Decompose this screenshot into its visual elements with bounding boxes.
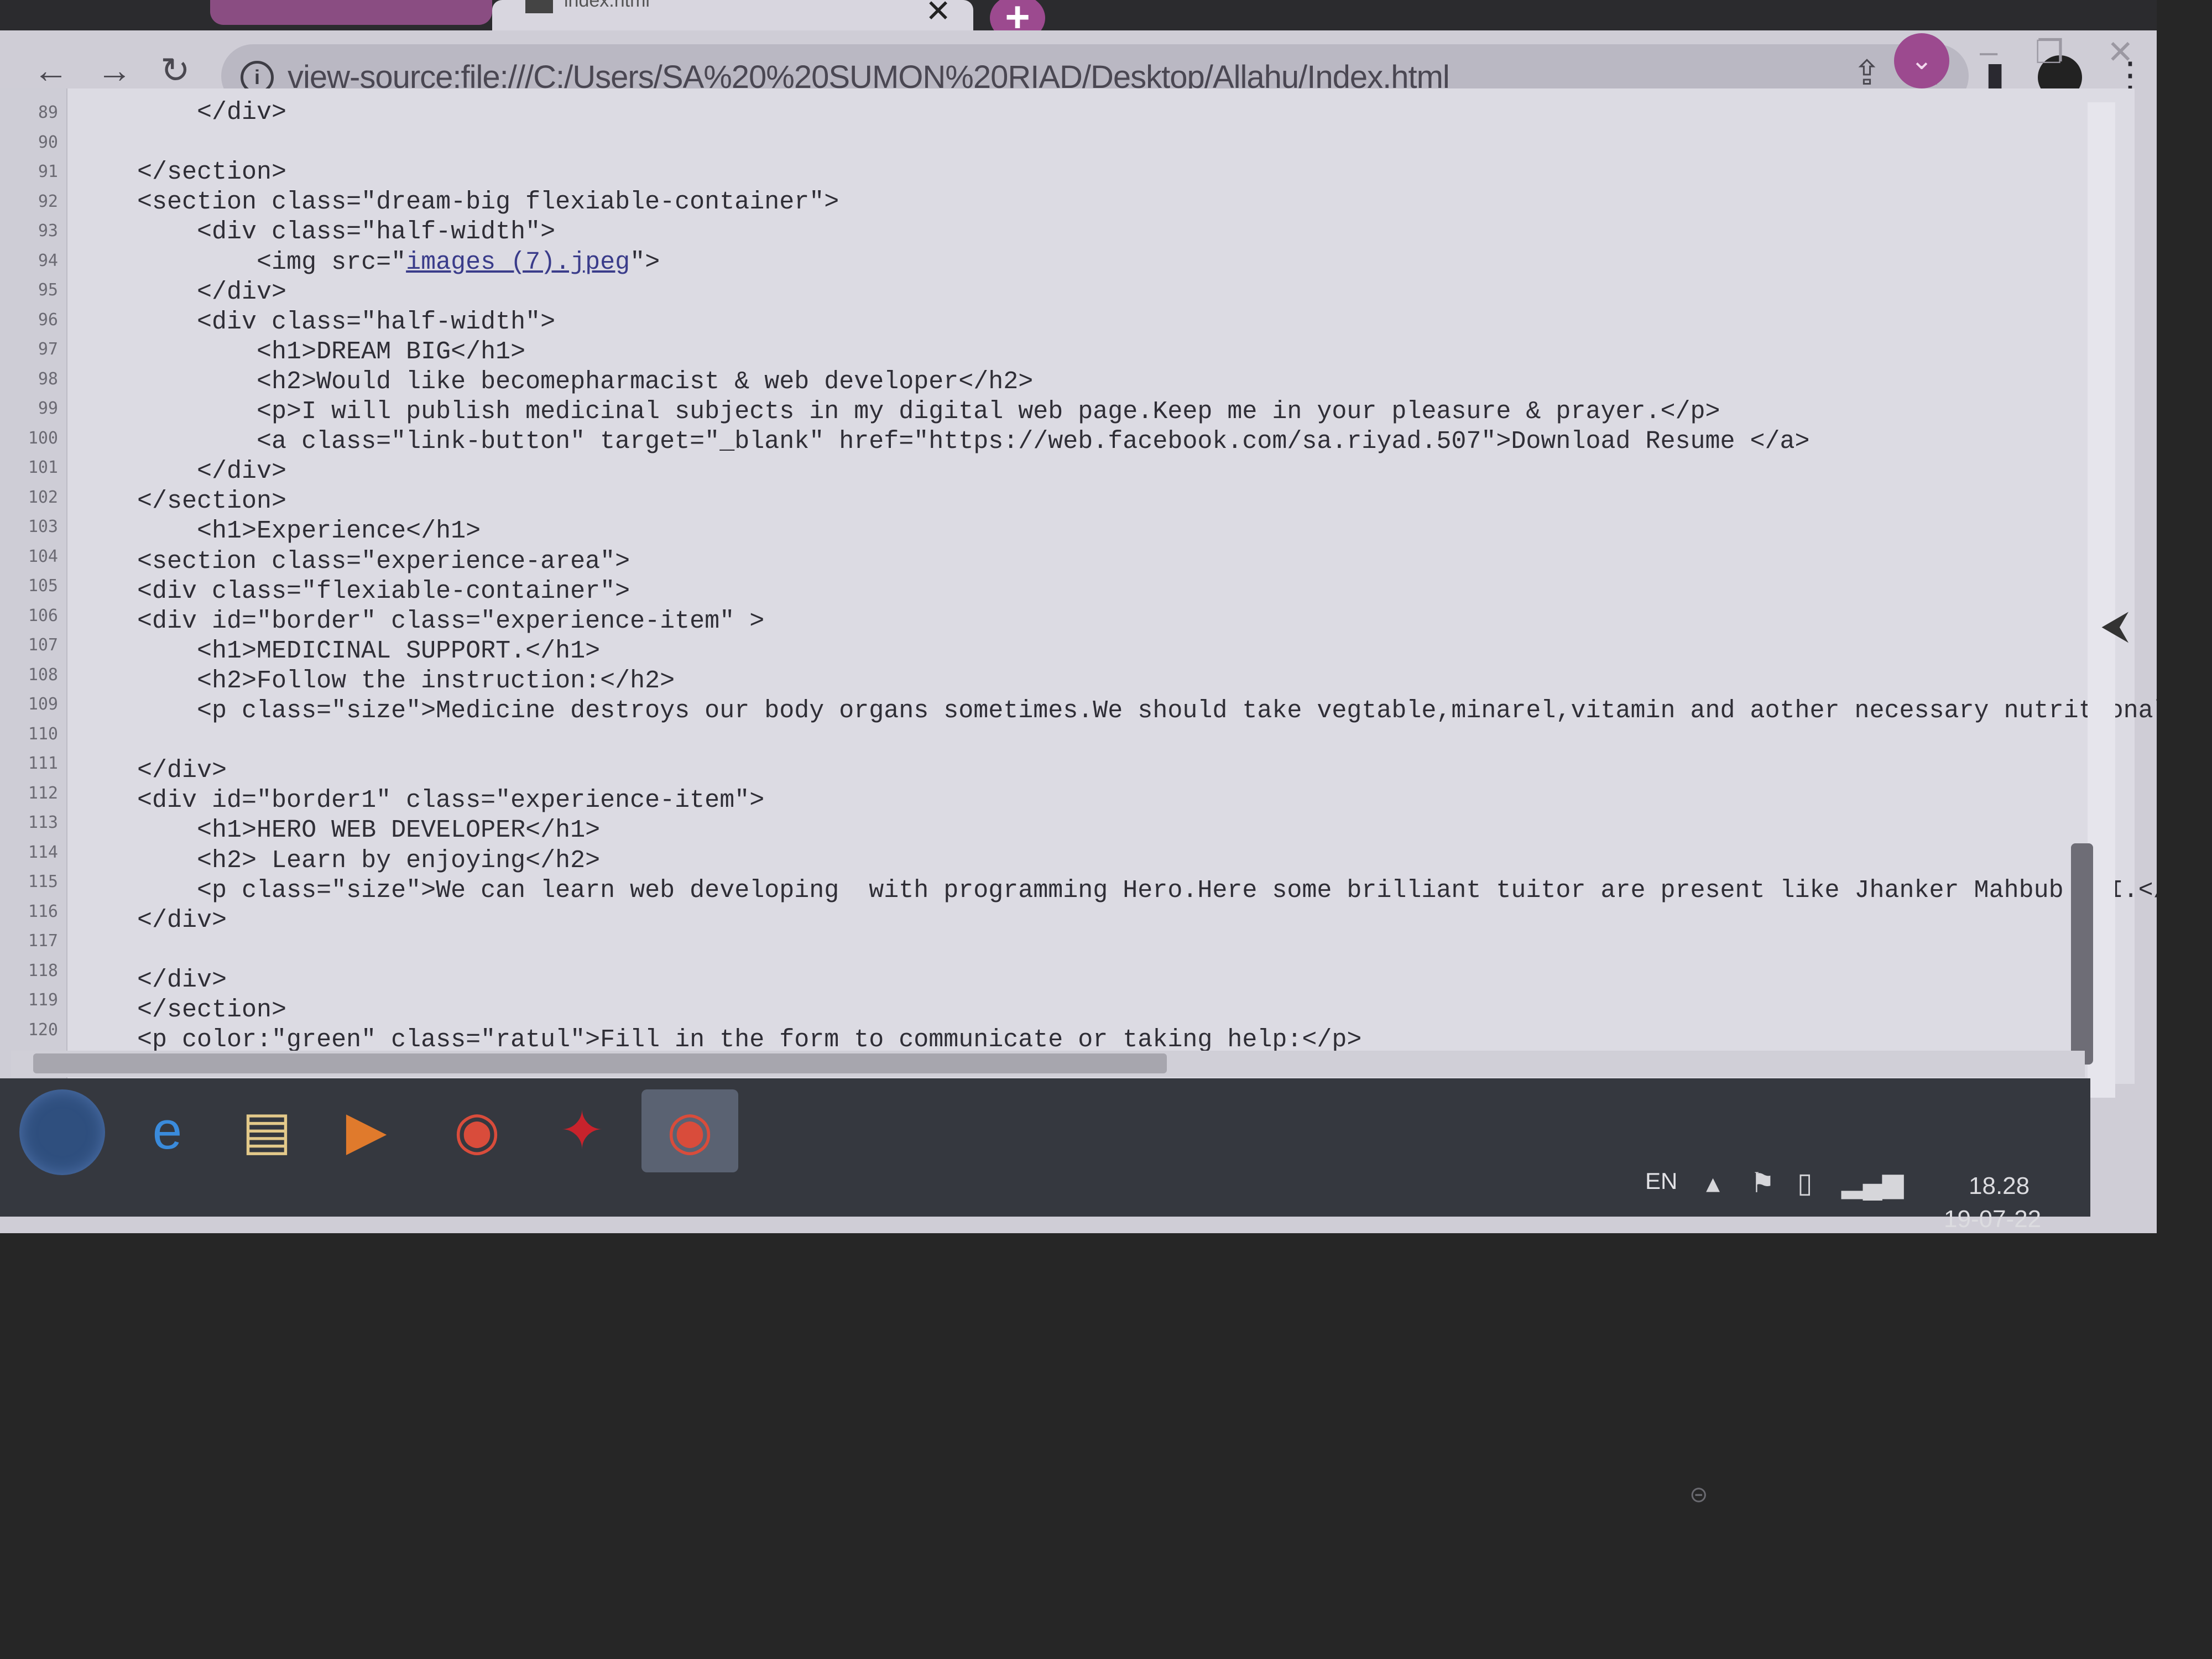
line-number: 108 bbox=[28, 665, 58, 685]
line-number: 119 bbox=[28, 990, 58, 1010]
line-number: 94 bbox=[38, 251, 58, 270]
source-line: </section> bbox=[77, 996, 287, 1024]
mouse-cursor-icon: ⮜ bbox=[2101, 603, 2129, 646]
show-hidden-icons-icon[interactable]: ▴ bbox=[1706, 1167, 1720, 1199]
windows-taskbar: e ▤ ▶ ◉ ✦ ◉ EN ▴ ⚑ ▯ ▂▄▆ 🔊︎ bbox=[0, 1078, 2090, 1217]
source-line: </div> bbox=[77, 98, 287, 127]
media-player-icon[interactable]: ▶ bbox=[318, 1089, 415, 1172]
line-number: 111 bbox=[28, 754, 58, 773]
source-link[interactable]: images (7).jpeg bbox=[406, 248, 630, 276]
line-number: 116 bbox=[28, 901, 58, 921]
line-number: 93 bbox=[38, 221, 58, 241]
source-line: <section class="dream-big flexiable-cont… bbox=[77, 188, 839, 217]
back-icon[interactable]: ← bbox=[33, 53, 69, 88]
reload-icon[interactable]: ↻ bbox=[160, 53, 190, 88]
close-window-icon[interactable]: ✕ bbox=[2107, 33, 2134, 71]
line-number: 91 bbox=[38, 162, 58, 181]
clock-date[interactable]: 19-07-22 bbox=[1944, 1206, 2041, 1233]
line-number: 89 bbox=[38, 103, 58, 122]
horizontal-scroll-thumb[interactable] bbox=[33, 1053, 1167, 1073]
tab-inactive[interactable] bbox=[210, 0, 492, 25]
vertical-scroll-thumb[interactable] bbox=[2071, 843, 2093, 1065]
line-number: 112 bbox=[28, 783, 58, 803]
source-line: <a class="link-button" target="_blank" h… bbox=[77, 427, 1810, 456]
source-line: </div> bbox=[77, 966, 227, 994]
source-line: </div> bbox=[77, 278, 287, 306]
line-number: 102 bbox=[28, 487, 58, 507]
line-number: 92 bbox=[38, 191, 58, 211]
line-number: 106 bbox=[28, 606, 58, 625]
line-number: 101 bbox=[28, 458, 58, 477]
start-button[interactable] bbox=[19, 1089, 105, 1175]
source-line: <p>I will publish medicinal subjects in … bbox=[77, 398, 1720, 426]
line-number: 104 bbox=[28, 546, 58, 566]
tab-active[interactable]: index.html ✕ bbox=[492, 0, 973, 30]
tab-strip: index.html ✕ + bbox=[0, 0, 2157, 41]
source-line: <h1>DREAM BIG</h1> bbox=[77, 337, 526, 366]
source-line: <h2> Learn by enjoying</h2> bbox=[77, 846, 601, 875]
line-number-gutter: 89 90 91 92 93 94 95 96 97 98 99 100 101 102 103 104 105… bbox=[0, 88, 67, 1084]
volume-icon[interactable]: 🔊︎ bbox=[1886, 1167, 1903, 1199]
line-number: 107 bbox=[28, 635, 58, 655]
tab-close-icon[interactable]: ✕ bbox=[925, 0, 951, 27]
source-line: </section> bbox=[77, 158, 287, 187]
source-line: <div class="flexiable-container"> bbox=[77, 577, 630, 606]
source-line: <p class="size">We can learn web develop… bbox=[77, 876, 2157, 905]
restore-icon[interactable]: ❐ bbox=[2035, 33, 2064, 71]
line-number: 110 bbox=[28, 724, 58, 744]
file-explorer-icon[interactable]: ▤ bbox=[218, 1089, 315, 1172]
monitor-logo-icon: ⊝ bbox=[1689, 1483, 1708, 1507]
language-indicator[interactable]: EN bbox=[1645, 1170, 1677, 1193]
network-icon[interactable]: ▯ bbox=[1797, 1167, 1813, 1199]
line-number: 95 bbox=[38, 280, 58, 300]
source-line: </div> bbox=[77, 457, 287, 486]
tab-search-icon[interactable]: ⌄ bbox=[1894, 33, 1949, 88]
source-line: <h2>Follow the instruction:</h2> bbox=[77, 666, 675, 695]
source-line: <div id="border1" class="experience-item… bbox=[77, 786, 765, 815]
chrome-active-icon[interactable]: ◉ bbox=[641, 1089, 738, 1172]
source-line: <div class="half-width"> bbox=[77, 218, 556, 247]
clock-time[interactable]: 18.28 bbox=[1969, 1172, 2030, 1200]
source-line: </div> bbox=[77, 757, 227, 785]
internet-explorer-icon[interactable]: e bbox=[119, 1089, 216, 1172]
line-number: 100 bbox=[28, 428, 58, 448]
share-icon[interactable]: ⇪ bbox=[1853, 56, 1881, 91]
line-number: 96 bbox=[38, 310, 58, 330]
source-line: <h2>Would like becomepharmacist & web de… bbox=[77, 367, 1034, 396]
minimize-icon[interactable]: – bbox=[1980, 33, 1997, 70]
forward-icon[interactable]: → bbox=[97, 53, 132, 88]
line-number: 120 bbox=[28, 1020, 58, 1040]
red-app-icon[interactable]: ✦ bbox=[534, 1089, 630, 1172]
line-number: 98 bbox=[38, 369, 58, 389]
line-number: 117 bbox=[28, 931, 58, 951]
line-number: 99 bbox=[38, 399, 58, 418]
source-line: </section> bbox=[77, 487, 287, 516]
source-line: <img src="images (7).jpeg"> bbox=[77, 248, 660, 276]
source-line: <h1>MEDICINAL SUPPORT.</h1> bbox=[77, 637, 601, 665]
line-number: 97 bbox=[38, 340, 58, 359]
tab-title: index.html bbox=[564, 0, 650, 11]
line-number: 114 bbox=[28, 842, 58, 862]
line-number: 103 bbox=[28, 517, 58, 536]
line-number: 105 bbox=[28, 576, 58, 596]
source-line: <div class="half-width"> bbox=[77, 307, 556, 336]
line-number: 90 bbox=[38, 132, 58, 152]
line-number: 113 bbox=[28, 813, 58, 832]
source-line: <p class="size">Medicine destroys our bo… bbox=[77, 697, 2157, 725]
monitor-screen: index.html ✕ + ← → ↻ i view-source:file:… bbox=[0, 0, 2157, 1233]
source-line: <p color:"green" class="ratul">Fill in t… bbox=[77, 1026, 1362, 1055]
page-file-icon bbox=[525, 0, 553, 13]
source-line: <h1>HERO WEB DEVELOPER</h1> bbox=[77, 816, 601, 845]
line-number: 118 bbox=[28, 961, 58, 980]
line-number: 109 bbox=[28, 695, 58, 714]
source-line: <div id="border" class="experience-item"… bbox=[77, 607, 765, 635]
view-source-panel[interactable]: 89 90 91 92 93 94 95 96 97 98 99 100 101 102 103 104 105… bbox=[0, 88, 2157, 1084]
chrome-icon[interactable]: ◉ bbox=[429, 1089, 525, 1172]
source-line: <h1>Experience</h1> bbox=[77, 517, 481, 546]
action-center-flag-icon[interactable]: ⚑ bbox=[1750, 1167, 1775, 1199]
source-line: <section class="experience-area"> bbox=[77, 547, 630, 576]
source-line: </div> bbox=[77, 906, 227, 935]
line-number: 115 bbox=[28, 872, 58, 891]
